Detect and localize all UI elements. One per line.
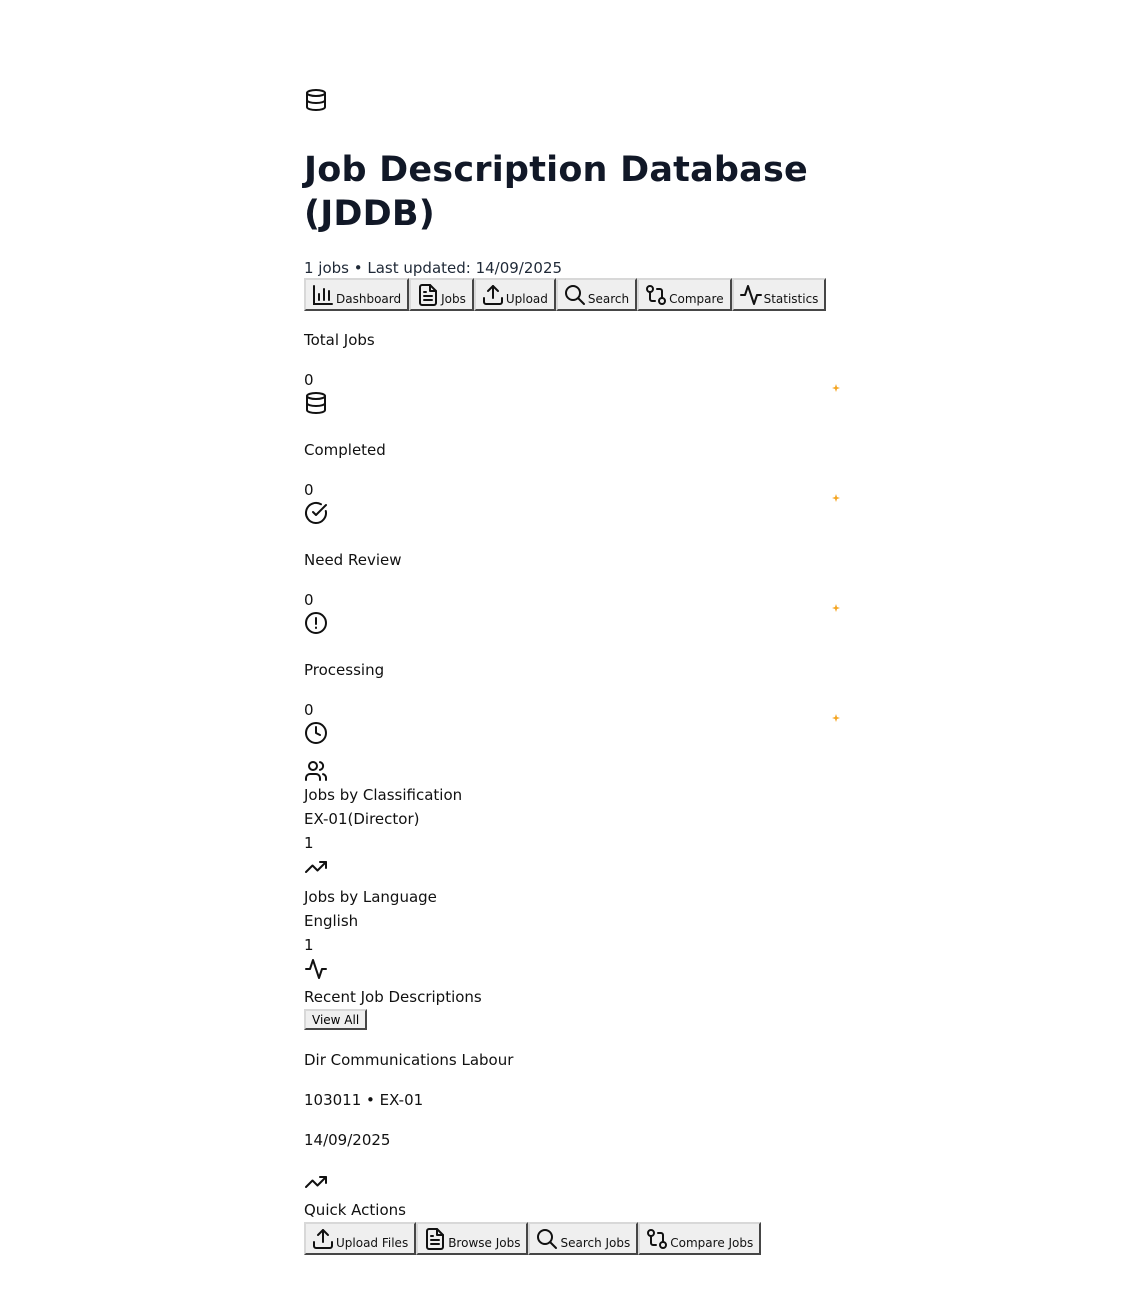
sparkle-icon bbox=[832, 604, 840, 612]
users-icon bbox=[304, 759, 844, 783]
language-count: 1 bbox=[304, 936, 314, 954]
nav-dashboard-label: Dashboard bbox=[336, 292, 402, 306]
nav-upload-button[interactable]: Upload bbox=[473, 278, 556, 311]
search-icon bbox=[563, 283, 587, 307]
recent-job-date: 14/09/2025 bbox=[304, 1131, 391, 1149]
browse-jobs-label: Browse Jobs bbox=[448, 1236, 521, 1250]
clock-icon bbox=[304, 721, 328, 745]
search-icon bbox=[535, 1227, 559, 1251]
page-title: Job Description Database (JDDB) bbox=[304, 150, 808, 234]
stat-need-review: Need Review 0 bbox=[304, 531, 844, 641]
trending-up-icon bbox=[304, 1170, 844, 1194]
nav-statistics-button[interactable]: Statistics bbox=[731, 278, 827, 311]
recent-job-title: Dir Communications Labour bbox=[304, 1051, 514, 1069]
alert-circle-icon bbox=[304, 611, 328, 635]
activity-icon bbox=[304, 957, 844, 981]
nav-upload-label: Upload bbox=[505, 292, 548, 306]
classification-count: 1 bbox=[304, 834, 314, 852]
compare-jobs-button[interactable]: Compare Jobs bbox=[638, 1222, 762, 1255]
upload-icon bbox=[311, 1227, 335, 1251]
upload-files-label: Upload Files bbox=[336, 1236, 409, 1250]
recent-job-item[interactable]: Dir Communications Labour 103011 • EX-01… bbox=[304, 1050, 844, 1194]
quick-actions-bar: Upload Files Browse Jobs Search Jobs Com… bbox=[304, 1222, 844, 1255]
main-nav: Dashboard Jobs Upload Search Compare Sta… bbox=[304, 278, 844, 311]
language-label: English bbox=[304, 912, 359, 930]
quick-actions-section: Quick Actions Upload Files Browse Jobs S… bbox=[304, 1198, 844, 1255]
bar-chart-icon bbox=[311, 283, 335, 307]
nav-jobs-button[interactable]: Jobs bbox=[409, 278, 474, 311]
git-compare-icon bbox=[645, 1227, 669, 1251]
compare-jobs-label: Compare Jobs bbox=[670, 1236, 754, 1250]
recent-job-meta: 103011 • EX-01 bbox=[304, 1091, 424, 1109]
file-text-icon bbox=[423, 1227, 447, 1251]
search-jobs-button[interactable]: Search Jobs bbox=[528, 1222, 639, 1255]
recent-section: Recent Job Descriptions View All Dir Com… bbox=[304, 985, 844, 1194]
stat-total-jobs: Total Jobs 0 bbox=[304, 311, 844, 421]
upload-files-button[interactable]: Upload Files bbox=[304, 1222, 417, 1255]
stat-title: Processing bbox=[304, 661, 385, 679]
recent-title: Recent Job Descriptions bbox=[304, 988, 482, 1006]
stat-value: 0 bbox=[304, 371, 314, 389]
language-title: Jobs by Language bbox=[304, 888, 437, 906]
stat-value: 0 bbox=[304, 701, 314, 719]
language-section: Jobs by Language English 1 bbox=[304, 885, 844, 981]
nav-compare-label: Compare bbox=[669, 292, 724, 306]
stat-title: Total Jobs bbox=[304, 331, 375, 349]
nav-dashboard-button[interactable]: Dashboard bbox=[304, 278, 410, 311]
nav-compare-button[interactable]: Compare bbox=[637, 278, 732, 311]
database-icon bbox=[304, 88, 844, 114]
stat-value: 0 bbox=[304, 481, 314, 499]
database-icon bbox=[304, 391, 328, 415]
page: Job Description Database (JDDB) 1 jobs •… bbox=[304, 88, 844, 1255]
stat-processing: Processing 0 bbox=[304, 641, 844, 751]
classification-label: EX-01(Director) bbox=[304, 810, 420, 828]
quick-actions-title: Quick Actions bbox=[304, 1201, 406, 1219]
nav-search-button[interactable]: Search bbox=[555, 278, 638, 311]
stat-completed: Completed 0 bbox=[304, 421, 844, 531]
nav-statistics-label: Statistics bbox=[763, 292, 819, 306]
page-subtitle: 1 jobs • Last updated: 14/09/2025 bbox=[304, 259, 563, 277]
stat-value: 0 bbox=[304, 591, 314, 609]
browse-jobs-button[interactable]: Browse Jobs bbox=[416, 1222, 529, 1255]
sparkle-icon bbox=[832, 494, 840, 502]
trending-up-icon bbox=[304, 855, 844, 879]
git-compare-icon bbox=[644, 283, 668, 307]
view-all-button[interactable]: View All bbox=[304, 1009, 368, 1030]
stat-title: Completed bbox=[304, 441, 386, 459]
file-text-icon bbox=[416, 283, 440, 307]
classification-title: Jobs by Classification bbox=[304, 786, 463, 804]
upload-icon bbox=[481, 283, 505, 307]
stat-title: Need Review bbox=[304, 551, 402, 569]
sparkle-icon bbox=[832, 714, 840, 722]
nav-search-label: Search bbox=[587, 292, 630, 306]
classification-section: Jobs by Classification EX-01(Director) 1 bbox=[304, 759, 844, 879]
sparkle-icon bbox=[832, 384, 840, 392]
nav-jobs-label: Jobs bbox=[441, 292, 466, 306]
search-jobs-label: Search Jobs bbox=[560, 1236, 631, 1250]
activity-icon bbox=[739, 283, 763, 307]
check-circle-icon bbox=[304, 501, 328, 525]
